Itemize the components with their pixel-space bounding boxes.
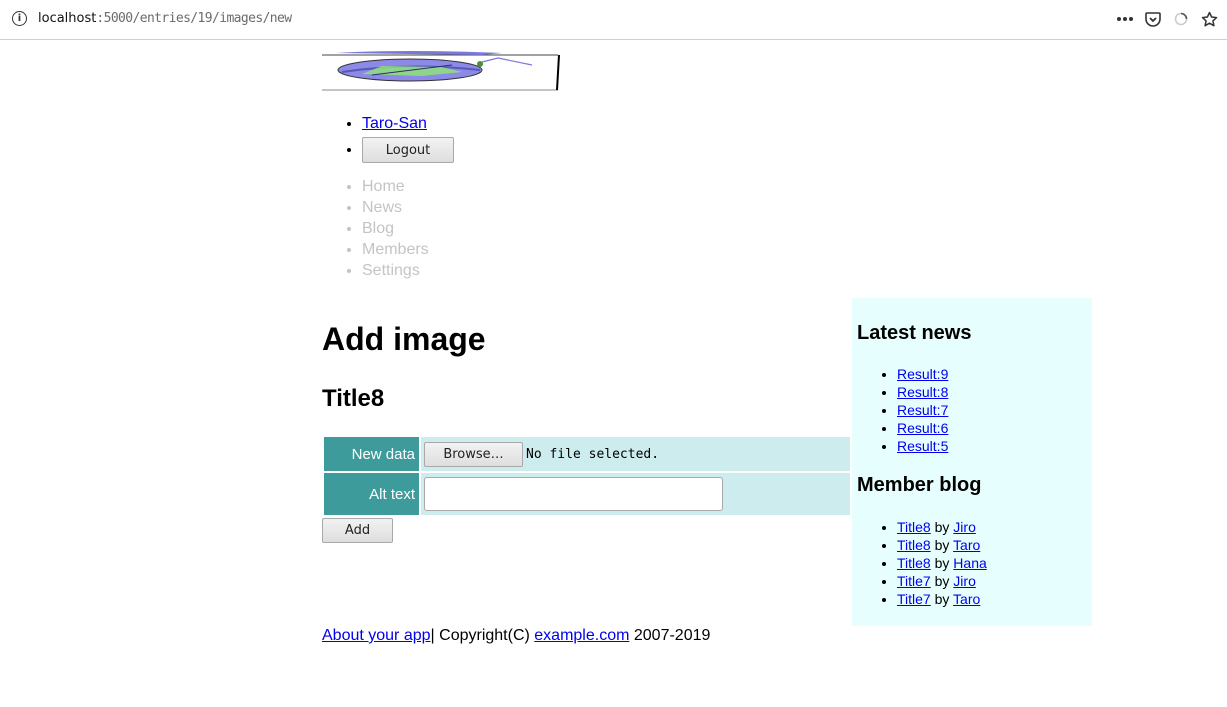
blog-item: Title8 by Hana (897, 554, 987, 572)
sidebar: Latest news Result:9 Result:8 Result:7 R… (852, 298, 1092, 626)
blog-by: by (934, 537, 950, 553)
url-path: :5000/entries/19/images/new (96, 11, 292, 26)
new-data-label: New data (324, 437, 419, 471)
image-form: New data Browse… No file selected. Alt te… (322, 435, 852, 517)
menu-item-home[interactable]: Home (362, 176, 429, 197)
blog-by: by (934, 519, 950, 535)
blog-title-link[interactable]: Title7 (897, 573, 931, 589)
browser-toolbar: i localhost:5000/entries/19/images/new (0, 0, 1227, 40)
blog-title-link[interactable]: Title8 (897, 555, 931, 571)
blog-author-link[interactable]: Taro (953, 537, 980, 553)
news-link[interactable]: Result:6 (897, 420, 948, 436)
url-host: localhost (38, 11, 97, 26)
member-blog-heading: Member blog (857, 474, 982, 496)
loading-spinner-icon (1171, 9, 1191, 29)
news-item: Result:7 (897, 401, 948, 419)
site-link[interactable]: example.com (534, 627, 629, 644)
site-logo (322, 51, 560, 91)
news-link[interactable]: Result:5 (897, 438, 948, 454)
news-item: Result:8 (897, 383, 948, 401)
page-title: Add image (322, 321, 486, 357)
about-link[interactable]: About your app (322, 627, 431, 644)
address-bar[interactable]: localhost:5000/entries/19/images/new (38, 11, 292, 26)
blog-item: Title8 by Jiro (897, 518, 987, 536)
more-actions-icon[interactable] (1115, 9, 1135, 29)
blog-author-link[interactable]: Taro (953, 591, 980, 607)
menu-item-news[interactable]: News (362, 197, 429, 218)
member-blog-list: Title8 by Jiro Title8 by Taro Title8 by … (857, 518, 987, 608)
latest-news-list: Result:9 Result:8 Result:7 Result:6 Resu… (857, 365, 948, 455)
file-status-text: No file selected. (526, 446, 660, 462)
alt-text-label: Alt text (324, 473, 419, 515)
menu-item-blog[interactable]: Blog (362, 218, 429, 239)
main-menu: Home News Blog Members Settings (322, 176, 429, 281)
bookmark-star-icon[interactable] (1199, 9, 1219, 29)
blog-title-link[interactable]: Title7 (897, 591, 931, 607)
new-data-cell: Browse… No file selected. (421, 437, 850, 471)
entry-title: Title8 (322, 385, 385, 412)
blog-title-link[interactable]: Title8 (897, 519, 931, 535)
blog-item: Title7 by Jiro (897, 572, 987, 590)
latest-news-heading: Latest news (857, 322, 972, 344)
footer: About your app| Copyright(C) example.com… (322, 627, 710, 645)
news-item: Result:9 (897, 365, 948, 383)
news-link[interactable]: Result:9 (897, 366, 948, 382)
info-icon[interactable]: i (12, 11, 27, 26)
blog-item: Title7 by Taro (897, 590, 987, 608)
copyright-years: 2007-2019 (629, 627, 711, 644)
username-link[interactable]: Taro-San (362, 115, 427, 132)
menu-item-settings[interactable]: Settings (362, 260, 429, 281)
browse-button[interactable]: Browse… (424, 441, 523, 467)
blog-author-link[interactable]: Jiro (953, 573, 976, 589)
alt-text-cell (421, 473, 850, 515)
add-button[interactable]: Add (322, 518, 393, 543)
blog-author-link[interactable]: Hana (953, 555, 986, 571)
form-row-alt-text: Alt text (324, 473, 850, 515)
blog-title-link[interactable]: Title8 (897, 537, 931, 553)
news-item: Result:5 (897, 437, 948, 455)
form-row-new-data: New data Browse… No file selected. (324, 437, 850, 471)
news-item: Result:6 (897, 419, 948, 437)
user-menu-item: Logout (362, 136, 454, 163)
blog-by: by (934, 555, 950, 571)
alt-text-input[interactable] (424, 477, 723, 511)
news-link[interactable]: Result:8 (897, 384, 948, 400)
copyright-text: | Copyright(C) (430, 627, 535, 644)
blog-by: by (934, 573, 950, 589)
blog-author-link[interactable]: Jiro (953, 519, 976, 535)
blog-item: Title8 by Taro (897, 536, 987, 554)
blog-by: by (934, 591, 950, 607)
user-menu: Taro-San Logout (322, 113, 454, 163)
logout-button[interactable]: Logout (362, 137, 454, 163)
menu-item-members[interactable]: Members (362, 239, 429, 260)
pocket-icon[interactable] (1143, 9, 1163, 29)
news-link[interactable]: Result:7 (897, 402, 948, 418)
user-menu-item: Taro-San (362, 113, 454, 136)
